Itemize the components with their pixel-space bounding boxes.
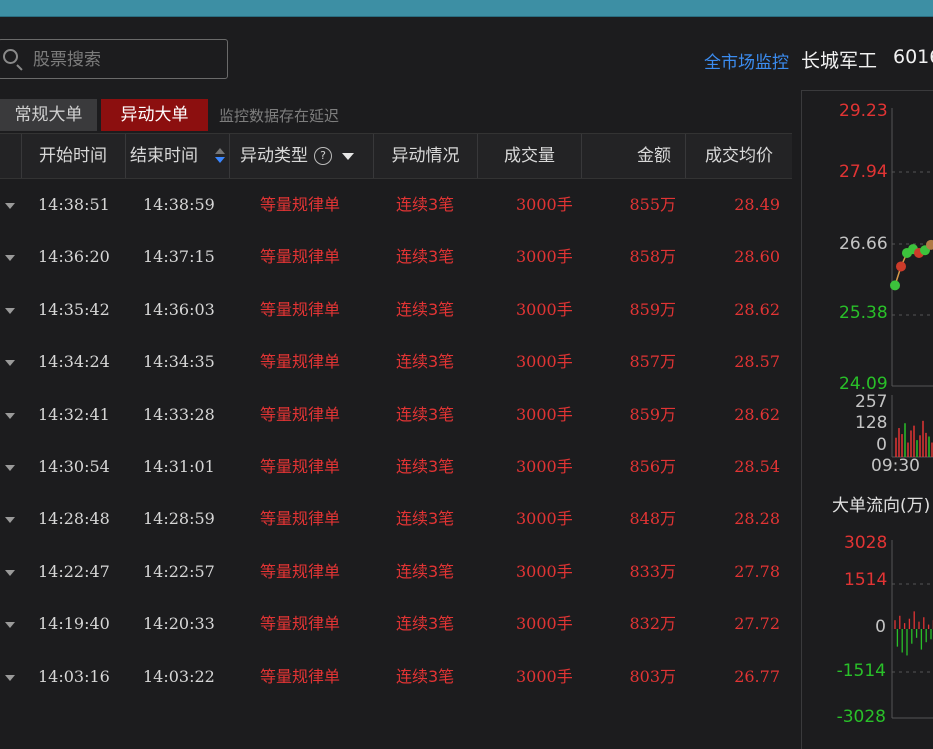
flow-tick-zero: 0 xyxy=(875,617,886,637)
price-tick-upper: 27.94 xyxy=(839,162,888,182)
flow-tick-neg-max: -3028 xyxy=(836,707,886,727)
flow-tick-half: 1514 xyxy=(844,570,888,590)
price-tick-lower: 25.38 xyxy=(839,303,888,323)
time-tick-start: 09:30 xyxy=(871,456,920,476)
flow-tick-max: 3028 xyxy=(844,533,888,553)
price-tick-mid: 26.66 xyxy=(839,234,888,254)
price-point xyxy=(890,280,900,291)
big-order-flow-title: 大单流向(万) xyxy=(832,496,931,516)
volume-tick-zero: 0 xyxy=(876,435,887,455)
volume-tick-mid: 128 xyxy=(855,413,888,433)
price-tick-high: 29.23 xyxy=(839,101,888,121)
price-tick-low: 24.09 xyxy=(839,374,888,394)
flow-tick-neg-half: -1514 xyxy=(836,661,886,681)
price-point xyxy=(896,261,906,272)
volume-tick-max: 257 xyxy=(855,392,888,412)
charts-svg xyxy=(890,108,933,719)
